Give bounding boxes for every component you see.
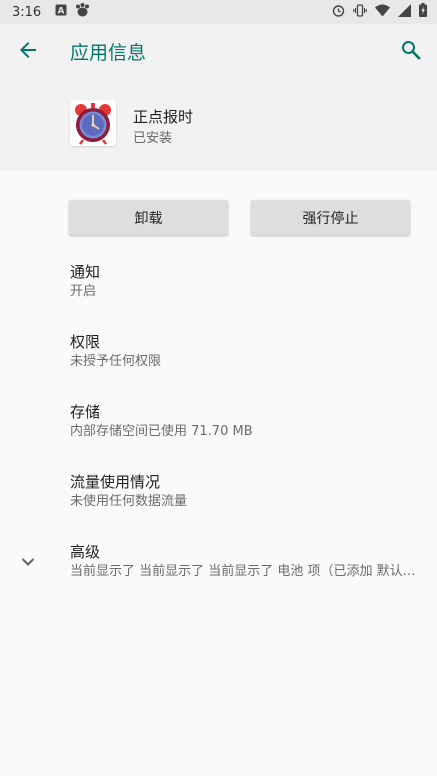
setting-summary: 当前显示了 当前显示了 当前显示了 电池 项（已添加 默认打开） [70,564,422,579]
battery-icon [419,3,427,21]
paw-notification-icon [75,3,90,21]
wifi-icon [375,4,390,21]
alarm-icon [332,4,345,21]
app-icon [70,100,116,146]
status-bar: 3:16 A [0,0,437,24]
alarm-clock-icon [75,103,111,145]
search-button[interactable] [399,38,423,62]
app-install-status: 已安装 [133,131,173,146]
force-stop-button[interactable]: 强行停止 [251,200,410,235]
app-header: 正点报时 已安装 [0,78,437,171]
setting-data-usage[interactable]: 流量使用情况 未使用任何数据流量 [70,472,425,511]
svg-text:A: A [58,7,65,17]
setting-summary: 未授予任何权限 [70,354,162,369]
setting-title: 权限 [70,333,101,351]
app-name: 正点报时 [133,108,194,126]
setting-title: 高级 [70,543,101,561]
app-bar: 应用信息 [0,24,437,78]
search-icon [402,41,421,60]
arrow-back-icon [20,42,36,58]
setting-notifications[interactable]: 通知 开启 [70,262,425,301]
a-notification-icon: A [55,4,67,20]
setting-summary: 未使用任何数据流量 [70,494,188,509]
setting-advanced[interactable]: 高级 当前显示了 当前显示了 当前显示了 电池 项（已添加 默认打开） [70,542,425,581]
vibrate-icon [353,3,367,21]
signal-icon [398,3,411,21]
page-title: 应用信息 [70,42,147,64]
uninstall-button[interactable]: 卸载 [69,200,228,235]
status-time: 3:16 [12,4,42,20]
setting-title: 存储 [70,403,101,421]
chevron-down-icon[interactable] [16,550,40,574]
setting-title: 流量使用情况 [70,473,161,491]
setting-summary: 内部存储空间已使用 71.70 MB [70,424,253,439]
setting-title: 通知 [70,263,101,281]
setting-summary: 开启 [70,284,97,299]
setting-permissions[interactable]: 权限 未授予任何权限 [70,332,425,371]
setting-storage[interactable]: 存储 内部存储空间已使用 71.70 MB [70,402,425,441]
back-button[interactable] [16,38,40,62]
